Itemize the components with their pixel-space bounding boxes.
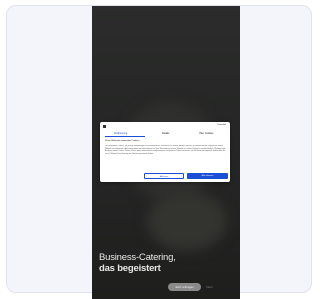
secondary-link[interactable]: Mehr: [206, 283, 230, 291]
cookie-consent-dialog: Cookiebot Zustimmung Details Über Cookie…: [100, 122, 230, 182]
tab-details[interactable]: Details: [162, 132, 169, 135]
consent-title: Diese Webseite verwendet Cookies: [105, 140, 140, 142]
tab-consent[interactable]: Zustimmung: [114, 132, 127, 135]
hero-headline-line1: Business-Catering,: [99, 252, 176, 263]
food-image-detail: [147, 191, 227, 251]
deny-button[interactable]: Ablehnen: [144, 173, 184, 179]
logo-icon: [103, 125, 106, 128]
active-tab-indicator: [105, 136, 145, 137]
allow-all-button[interactable]: Alle zulassen: [187, 173, 228, 179]
hero-headline-line2: das begeistert: [99, 263, 161, 274]
consent-text: Wir verwenden Cookies, um Inhalte und An…: [105, 145, 225, 155]
cta-button[interactable]: Jetzt anfragen: [168, 283, 201, 291]
tab-about-cookies[interactable]: Über Cookies: [199, 132, 213, 135]
consent-brand: Cookiebot: [216, 124, 226, 126]
